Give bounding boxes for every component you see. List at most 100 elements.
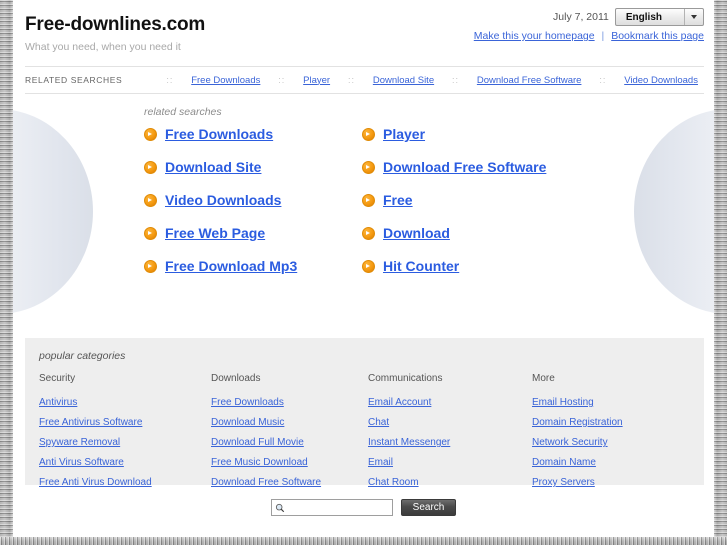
category-title: Communications xyxy=(368,373,443,384)
nav-dots-separator: :: xyxy=(347,75,355,85)
category-link[interactable]: Email xyxy=(368,453,532,473)
category-link[interactable]: Chat xyxy=(368,413,532,433)
category-link-list: Antivirus Free Antivirus Software Spywar… xyxy=(39,393,211,493)
category-link-list: Email Account Chat Instant Messenger Ema… xyxy=(368,393,532,493)
arrow-circle-right-icon xyxy=(144,226,157,240)
popular-categories-section: popular categories Security Antivirus Fr… xyxy=(25,338,704,488)
site-tagline: What you need, when you need it xyxy=(25,41,181,53)
arrow-circle-right-icon xyxy=(362,193,375,207)
nav-item-download-free-software: Download Free Software xyxy=(477,75,582,86)
nav-link[interactable]: Video Downloads xyxy=(624,75,698,86)
language-select[interactable]: English xyxy=(614,8,704,26)
related-link-label[interactable]: Free Download Mp3 xyxy=(165,258,297,274)
nav-item-video-downloads: Video Downloads xyxy=(624,75,698,86)
arrow-circle-right-icon xyxy=(362,127,375,141)
header-links: Make this your homepage | Bookmark this … xyxy=(474,30,704,42)
related-link-row[interactable]: Player xyxy=(362,126,714,142)
current-date: July 7, 2011 xyxy=(553,11,609,23)
search-box[interactable] xyxy=(270,499,393,516)
related-searches-heading: related searches xyxy=(144,106,222,118)
related-link-row[interactable]: Download Free Software xyxy=(362,159,714,175)
nav-link[interactable]: Download Site xyxy=(373,75,434,86)
category-link[interactable]: Free Downloads xyxy=(211,393,368,413)
category-link[interactable]: Chat Room xyxy=(368,473,532,493)
category-column-more: More Email Hosting Domain Registration N… xyxy=(532,373,704,493)
related-link-label[interactable]: Player xyxy=(383,126,425,142)
related-searches-grid: Free Downloads Player Download Site Down… xyxy=(13,126,714,274)
nav-link[interactable]: Free Downloads xyxy=(191,75,260,86)
category-link[interactable]: Domain Name xyxy=(532,453,704,473)
category-title: Security xyxy=(39,373,76,384)
related-link-label[interactable]: Free xyxy=(383,192,413,208)
category-column-security: Security Antivirus Free Antivirus Softwa… xyxy=(39,373,211,493)
category-title: Downloads xyxy=(211,373,261,384)
related-link-label[interactable]: Video Downloads xyxy=(165,192,281,208)
nav-dots-separator: :: xyxy=(451,75,459,85)
category-link[interactable]: Download Full Movie xyxy=(211,433,368,453)
nav-link[interactable]: Player xyxy=(303,75,330,86)
make-homepage-link[interactable]: Make this your homepage xyxy=(474,30,595,42)
related-link-label[interactable]: Hit Counter xyxy=(383,258,459,274)
arrow-circle-right-icon xyxy=(144,193,157,207)
nav-dots-separator: :: xyxy=(599,75,607,85)
related-link-label[interactable]: Download Site xyxy=(165,159,261,175)
page-content: Free-downlines.com What you need, when y… xyxy=(13,0,714,537)
related-link-row[interactable]: Download Site xyxy=(144,159,362,175)
related-link-row[interactable]: Download xyxy=(362,225,714,241)
related-searches-nav-items: :: Free Downloads :: Player :: Download … xyxy=(158,75,704,86)
arrow-circle-right-icon xyxy=(362,160,375,174)
category-link[interactable]: Download Music xyxy=(211,413,368,433)
language-select-value: English xyxy=(625,11,662,23)
category-link[interactable]: Antivirus xyxy=(39,393,211,413)
category-link[interactable]: Free Music Download xyxy=(211,453,368,473)
category-link[interactable]: Spyware Removal xyxy=(39,433,211,453)
nav-link[interactable]: Download Free Software xyxy=(477,75,582,86)
header-utility-area: July 7, 2011 English Make this your home… xyxy=(474,8,704,42)
related-searches-section: related searches Free Downloads Player D… xyxy=(13,94,714,332)
category-link[interactable]: Proxy Servers xyxy=(532,473,704,493)
category-link[interactable]: Anti Virus Software xyxy=(39,453,211,473)
popular-categories-heading: popular categories xyxy=(39,350,126,362)
category-link[interactable]: Download Free Software xyxy=(211,473,368,493)
search-input[interactable] xyxy=(271,500,392,515)
category-link[interactable]: Domain Registration xyxy=(532,413,704,433)
category-link[interactable]: Free Anti Virus Download xyxy=(39,473,211,493)
arrow-circle-right-icon xyxy=(144,160,157,174)
category-title: More xyxy=(532,373,555,384)
related-searches-navbar: RELATED SEARCHES :: Free Downloads :: Pl… xyxy=(25,66,704,94)
related-link-row[interactable]: Free xyxy=(362,192,714,208)
nav-item-free-downloads: Free Downloads xyxy=(191,75,260,86)
nav-item-download-site: Download Site xyxy=(373,75,434,86)
related-link-label[interactable]: Download Free Software xyxy=(383,159,546,175)
arrow-circle-right-icon xyxy=(144,127,157,141)
related-searches-label: RELATED SEARCHES xyxy=(25,75,123,85)
category-link[interactable]: Email Hosting xyxy=(532,393,704,413)
category-link[interactable]: Network Security xyxy=(532,433,704,453)
nav-dots-separator: :: xyxy=(278,75,286,85)
chevron-down-icon xyxy=(684,9,703,25)
search-button[interactable]: Search xyxy=(400,499,457,516)
related-link-label[interactable]: Download xyxy=(383,225,450,241)
related-link-row[interactable]: Hit Counter xyxy=(362,258,714,274)
header-top-row: July 7, 2011 English xyxy=(474,8,704,26)
window-left-edge xyxy=(0,0,13,545)
related-link-label[interactable]: Free Downloads xyxy=(165,126,273,142)
window-right-edge xyxy=(714,0,727,545)
nav-dots-separator: :: xyxy=(166,75,174,85)
category-link[interactable]: Email Account xyxy=(368,393,532,413)
category-link[interactable]: Free Antivirus Software xyxy=(39,413,211,433)
related-link-label[interactable]: Free Web Page xyxy=(165,225,265,241)
bookmark-page-link[interactable]: Bookmark this page xyxy=(611,30,704,42)
related-link-row[interactable]: Free Web Page xyxy=(144,225,362,241)
category-link-list: Free Downloads Download Music Download F… xyxy=(211,393,368,493)
category-column-downloads: Downloads Free Downloads Download Music … xyxy=(211,373,368,493)
arrow-circle-right-icon xyxy=(362,226,375,240)
browser-viewport: Free-downlines.com What you need, when y… xyxy=(0,0,727,545)
related-link-row[interactable]: Free Download Mp3 xyxy=(144,258,362,274)
related-link-row[interactable]: Free Downloads xyxy=(144,126,362,142)
category-link[interactable]: Instant Messenger xyxy=(368,433,532,453)
related-link-row[interactable]: Video Downloads xyxy=(144,192,362,208)
popular-categories-columns: Security Antivirus Free Antivirus Softwa… xyxy=(39,373,704,493)
nav-item-player: Player xyxy=(303,75,330,86)
footer-search-area: Search xyxy=(13,499,714,516)
